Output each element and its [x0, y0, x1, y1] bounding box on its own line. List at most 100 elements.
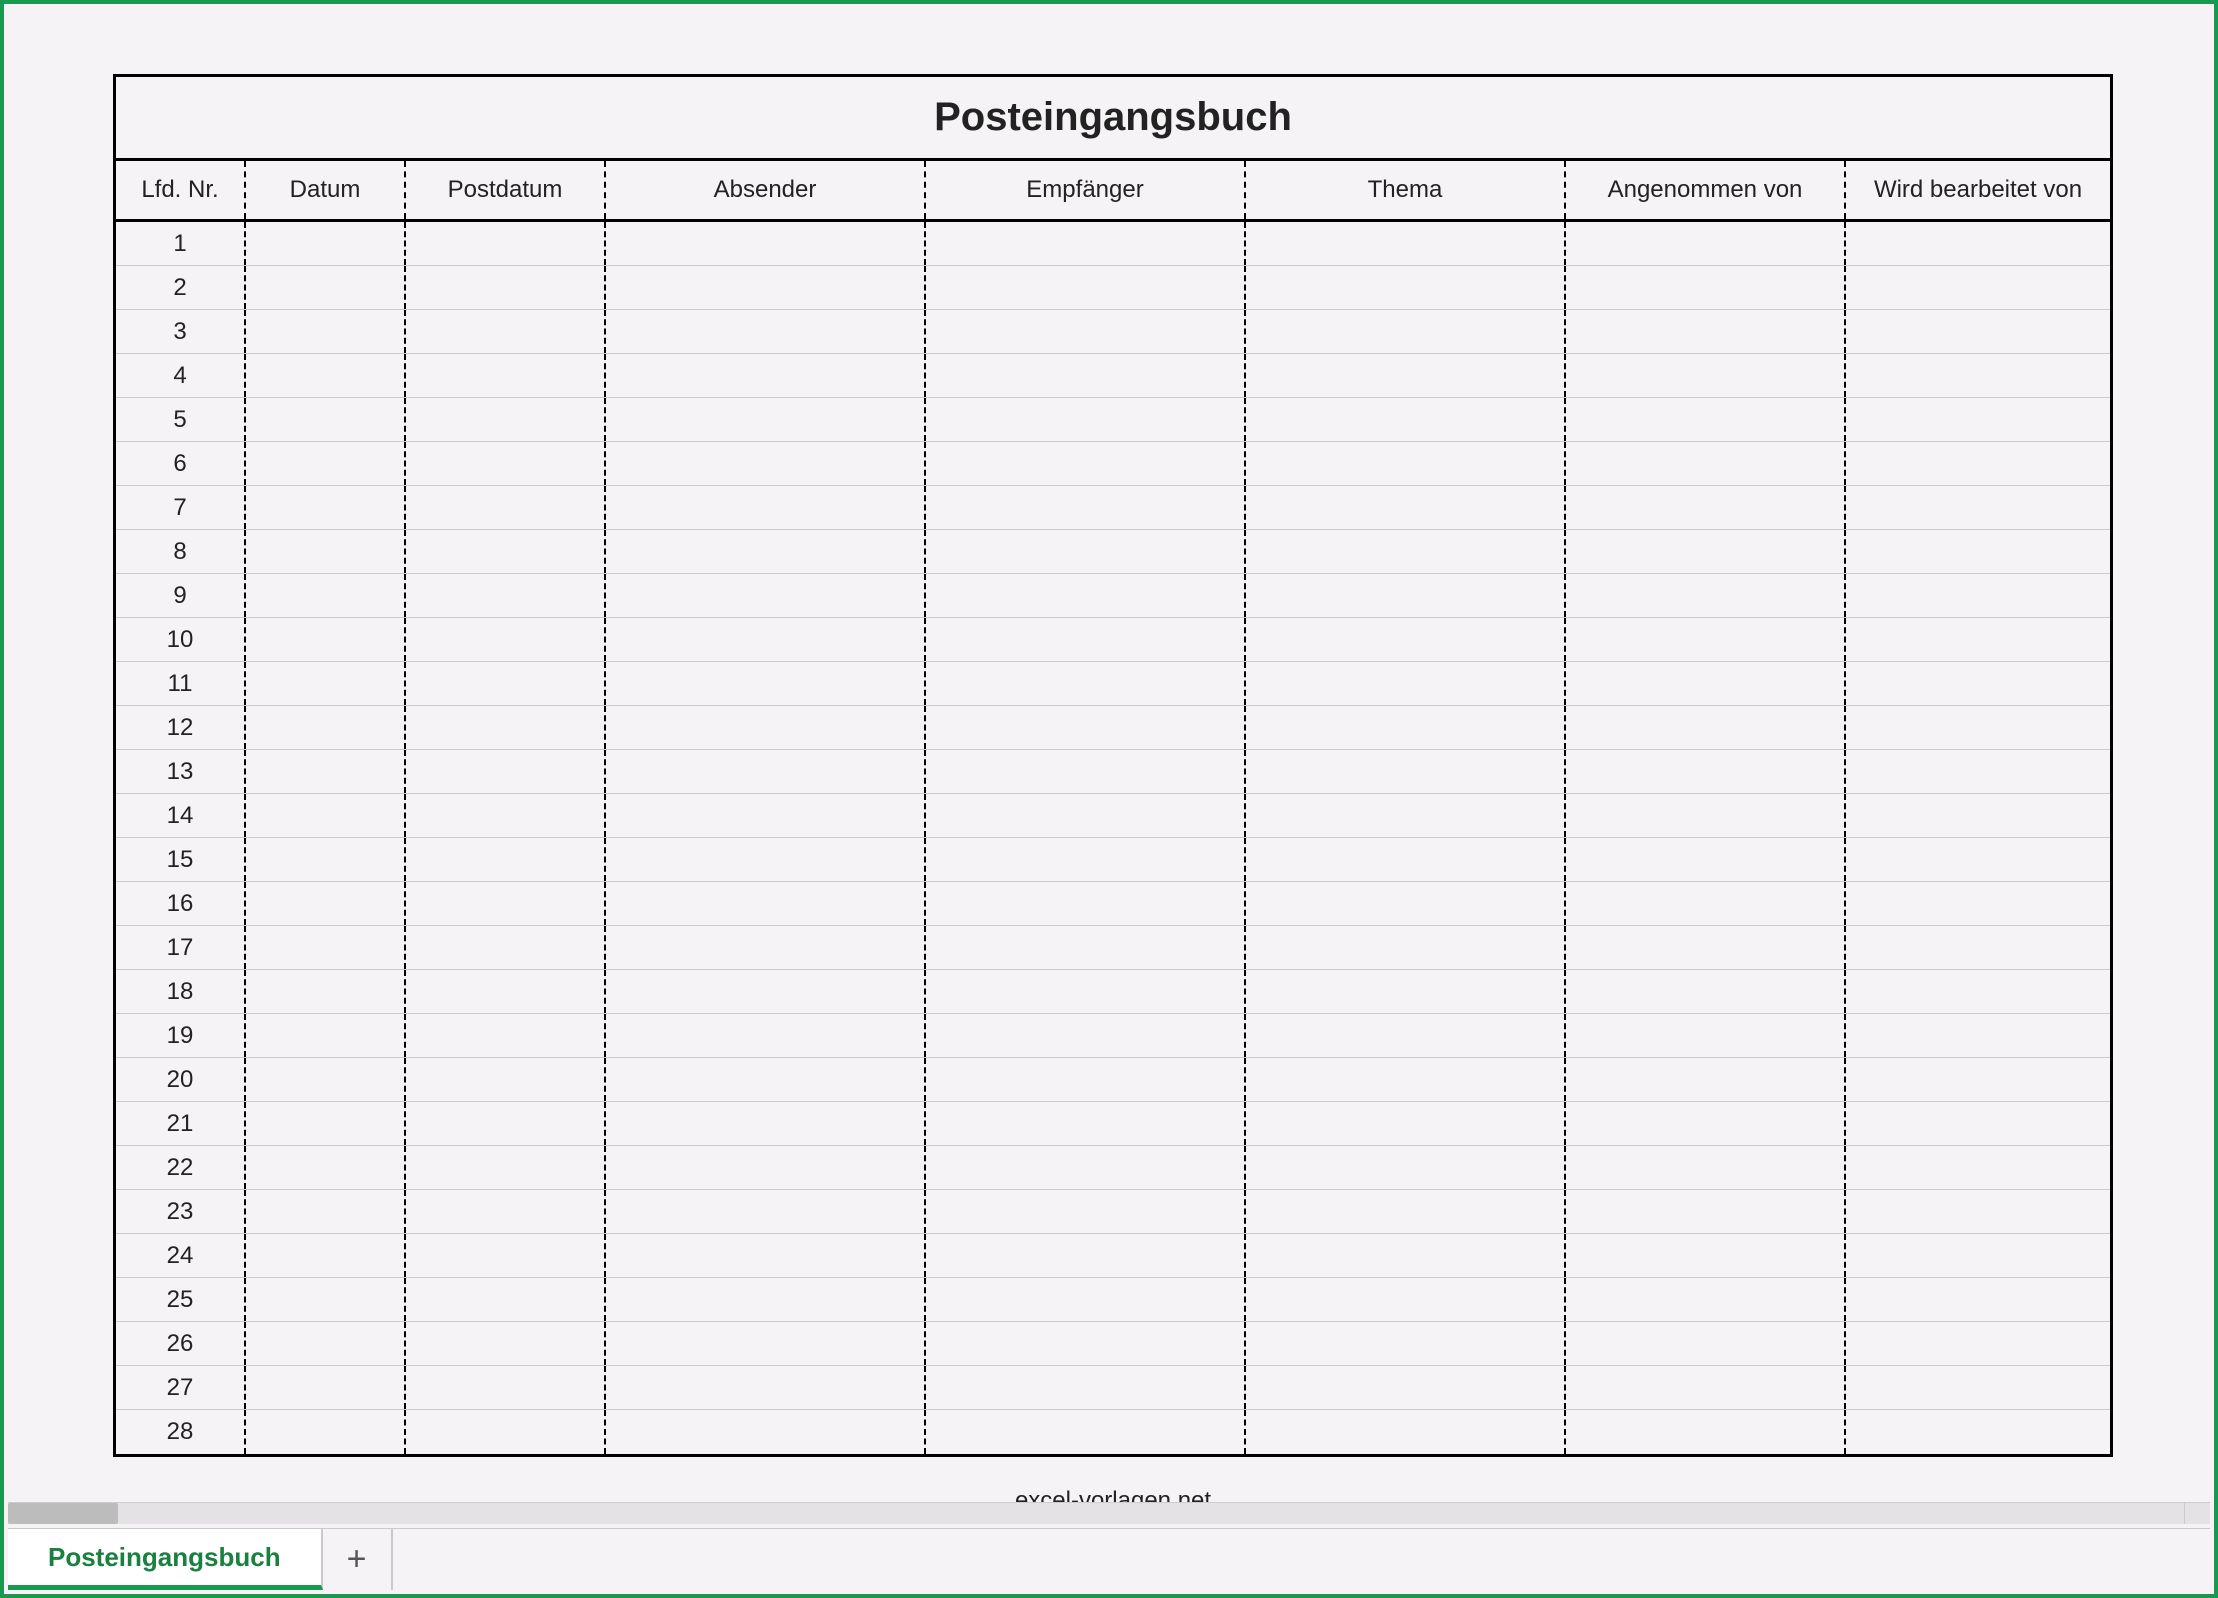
- table-cell[interactable]: [606, 1190, 926, 1233]
- table-cell[interactable]: [1246, 662, 1566, 705]
- table-cell[interactable]: [246, 266, 406, 309]
- table-cell[interactable]: [1566, 486, 1846, 529]
- table-cell[interactable]: [1566, 1190, 1846, 1233]
- table-cell[interactable]: [406, 794, 606, 837]
- table-cell[interactable]: [1246, 882, 1566, 925]
- table-cell[interactable]: [1566, 750, 1846, 793]
- table-cell[interactable]: [246, 486, 406, 529]
- table-cell[interactable]: [406, 574, 606, 617]
- table-cell[interactable]: [1566, 1278, 1846, 1321]
- table-cell[interactable]: [246, 1234, 406, 1277]
- table-cell[interactable]: [406, 1102, 606, 1145]
- row-number-cell[interactable]: 9: [116, 574, 246, 617]
- table-cell[interactable]: [246, 750, 406, 793]
- table-cell[interactable]: [926, 1234, 1246, 1277]
- table-cell[interactable]: [246, 1146, 406, 1189]
- table-cell[interactable]: [606, 794, 926, 837]
- table-cell[interactable]: [246, 222, 406, 265]
- table-cell[interactable]: [1566, 706, 1846, 749]
- table-cell[interactable]: [1246, 1366, 1566, 1409]
- table-cell[interactable]: [606, 1102, 926, 1145]
- table-cell[interactable]: [1846, 1146, 2110, 1189]
- row-number-cell[interactable]: 19: [116, 1014, 246, 1057]
- row-number-cell[interactable]: 24: [116, 1234, 246, 1277]
- table-cell[interactable]: [1846, 970, 2110, 1013]
- table-cell[interactable]: [406, 1278, 606, 1321]
- table-cell[interactable]: [1566, 1410, 1846, 1454]
- table-cell[interactable]: [1566, 794, 1846, 837]
- table-cell[interactable]: [606, 926, 926, 969]
- table-cell[interactable]: [1566, 662, 1846, 705]
- table-cell[interactable]: [246, 1366, 406, 1409]
- row-number-cell[interactable]: 4: [116, 354, 246, 397]
- table-cell[interactable]: [246, 530, 406, 573]
- row-number-cell[interactable]: 13: [116, 750, 246, 793]
- table-cell[interactable]: [606, 750, 926, 793]
- table-cell[interactable]: [246, 1190, 406, 1233]
- table-cell[interactable]: [1846, 1234, 2110, 1277]
- row-number-cell[interactable]: 7: [116, 486, 246, 529]
- table-cell[interactable]: [406, 310, 606, 353]
- table-cell[interactable]: [406, 926, 606, 969]
- table-cell[interactable]: [926, 706, 1246, 749]
- row-number-cell[interactable]: 26: [116, 1322, 246, 1365]
- table-cell[interactable]: [1566, 1234, 1846, 1277]
- table-cell[interactable]: [606, 442, 926, 485]
- table-cell[interactable]: [1566, 354, 1846, 397]
- row-number-cell[interactable]: 25: [116, 1278, 246, 1321]
- horizontal-scrollbar[interactable]: [8, 1502, 2184, 1524]
- table-cell[interactable]: [1846, 1058, 2110, 1101]
- row-number-cell[interactable]: 12: [116, 706, 246, 749]
- table-cell[interactable]: [246, 1410, 406, 1454]
- table-cell[interactable]: [926, 926, 1246, 969]
- table-cell[interactable]: [926, 222, 1246, 265]
- table-cell[interactable]: [406, 970, 606, 1013]
- row-number-cell[interactable]: 28: [116, 1410, 246, 1454]
- table-cell[interactable]: [1846, 794, 2110, 837]
- table-cell[interactable]: [926, 354, 1246, 397]
- table-cell[interactable]: [926, 838, 1246, 881]
- table-cell[interactable]: [1846, 926, 2110, 969]
- table-cell[interactable]: [246, 398, 406, 441]
- table-cell[interactable]: [606, 1410, 926, 1454]
- table-cell[interactable]: [406, 530, 606, 573]
- table-cell[interactable]: [926, 1190, 1246, 1233]
- table-cell[interactable]: [406, 1146, 606, 1189]
- table-cell[interactable]: [1566, 926, 1846, 969]
- row-number-cell[interactable]: 2: [116, 266, 246, 309]
- table-cell[interactable]: [1246, 530, 1566, 573]
- row-number-cell[interactable]: 6: [116, 442, 246, 485]
- table-cell[interactable]: [926, 1278, 1246, 1321]
- table-cell[interactable]: [606, 662, 926, 705]
- row-number-cell[interactable]: 21: [116, 1102, 246, 1145]
- table-cell[interactable]: [1246, 838, 1566, 881]
- table-cell[interactable]: [926, 1058, 1246, 1101]
- table-cell[interactable]: [926, 882, 1246, 925]
- table-cell[interactable]: [1846, 310, 2110, 353]
- table-cell[interactable]: [1846, 1410, 2110, 1454]
- table-cell[interactable]: [1246, 1322, 1566, 1365]
- table-cell[interactable]: [1246, 486, 1566, 529]
- table-cell[interactable]: [1246, 266, 1566, 309]
- table-cell[interactable]: [606, 838, 926, 881]
- table-cell[interactable]: [606, 354, 926, 397]
- table-cell[interactable]: [1566, 882, 1846, 925]
- table-cell[interactable]: [1566, 1058, 1846, 1101]
- table-cell[interactable]: [246, 662, 406, 705]
- row-number-cell[interactable]: 22: [116, 1146, 246, 1189]
- table-cell[interactable]: [406, 1366, 606, 1409]
- table-cell[interactable]: [1246, 1410, 1566, 1454]
- table-cell[interactable]: [606, 618, 926, 661]
- table-cell[interactable]: [1246, 1234, 1566, 1277]
- add-sheet-button[interactable]: +: [323, 1529, 393, 1590]
- table-cell[interactable]: [926, 1014, 1246, 1057]
- table-cell[interactable]: [1846, 222, 2110, 265]
- table-cell[interactable]: [1846, 882, 2110, 925]
- table-cell[interactable]: [406, 1058, 606, 1101]
- table-cell[interactable]: [246, 926, 406, 969]
- table-cell[interactable]: [406, 618, 606, 661]
- table-cell[interactable]: [1846, 1102, 2110, 1145]
- table-cell[interactable]: [1846, 486, 2110, 529]
- table-cell[interactable]: [1846, 706, 2110, 749]
- table-cell[interactable]: [246, 1102, 406, 1145]
